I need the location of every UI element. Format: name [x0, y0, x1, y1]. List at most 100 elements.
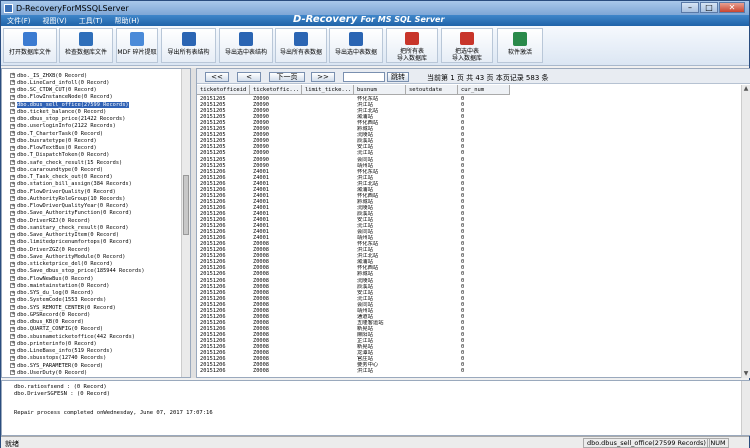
tree-item[interactable]: + dbo.LineCard_infoll(0 Record) — [10, 79, 109, 86]
tree-item[interactable]: + dbo.FlowTextBus(0 Record) — [10, 145, 97, 152]
expand-icon[interactable]: + — [10, 160, 15, 165]
toolbar-button-8[interactable]: 把选中表 导入数据库 — [441, 28, 493, 63]
tree-item[interactable]: + dbo.sticketprice_del(0 Record) — [10, 261, 113, 268]
expand-icon[interactable]: + — [10, 225, 15, 231]
expand-icon[interactable]: + — [10, 145, 15, 151]
tree-item[interactable]: + dbo.DriverRZJ(0 Record) — [10, 217, 90, 224]
tree-item[interactable]: + dbo.maintainstation(0 Record) — [10, 282, 109, 289]
tree-item[interactable]: + dbo.DriverZGZ(0 Record) — [10, 246, 90, 253]
tree-scrollbar[interactable] — [181, 69, 190, 377]
expand-icon[interactable]: + — [10, 370, 15, 376]
tree-item[interactable]: + dbo.SYS_PARAMETER(0 Record) — [10, 362, 103, 369]
tree-item[interactable]: + dbo.userloginInfo(2122 Records) — [10, 123, 116, 130]
expand-icon[interactable]: + — [10, 116, 15, 122]
expand-icon[interactable]: + — [10, 305, 15, 310]
minimize-button[interactable]: – — [681, 2, 699, 13]
tree-item[interactable]: + dbo.FlowDriverQuality(0 Record) — [10, 188, 116, 195]
tree-item[interactable]: + dbo.LineBase_info(519 Records) — [10, 348, 113, 355]
expand-icon[interactable]: + — [10, 297, 15, 303]
tree-item[interactable]: + dbo.T_DispatchToken(0 Record) — [10, 152, 109, 159]
toolbar-button-0[interactable]: 打开数据库文件 — [3, 28, 57, 63]
tree-item[interactable]: + dbo.busratetype(0 Record) — [10, 137, 97, 144]
expand-icon[interactable]: + — [10, 181, 15, 187]
expand-icon[interactable]: + — [10, 319, 15, 325]
scroll-up-icon[interactable]: ▲ — [742, 85, 750, 93]
tree-item[interactable]: + dbo.limitedpricenumfortops(0 Record) — [10, 239, 132, 246]
expand-icon[interactable]: + — [10, 348, 15, 354]
maximize-button[interactable]: □ — [700, 2, 718, 13]
tree-item[interactable]: + dbo.sbusnameticketoffice(442 Records) — [10, 333, 135, 340]
expand-icon[interactable]: + — [10, 109, 15, 115]
toolbar-button-4[interactable]: 导出选中表结构 — [219, 28, 273, 63]
menu-file[interactable]: 文件(F) — [1, 16, 37, 26]
expand-icon[interactable]: + — [10, 196, 15, 202]
tree-scroll-thumb[interactable] — [183, 175, 189, 235]
toolbar-button-3[interactable]: 导出所有表结构 — [161, 28, 216, 63]
column-header[interactable]: busnum — [354, 85, 406, 95]
column-header[interactable]: setoutdate — [406, 85, 458, 95]
tree-item[interactable]: + dbo.GPSRecord(0 Record) — [10, 311, 90, 318]
first-page-button[interactable]: << — [205, 72, 229, 82]
tree-item[interactable]: + dbo.sanitary_check_result(0 Record) — [10, 224, 129, 231]
expand-icon[interactable]: + — [10, 138, 15, 144]
tree-item[interactable]: + dbo.SYS_REMOTE_CENTER(0 Record) — [10, 304, 116, 311]
tree-item[interactable]: + dbo.FlowDriverQualityYear(0 Record) — [10, 203, 129, 210]
expand-icon[interactable]: + — [10, 73, 15, 78]
expand-icon[interactable]: + — [10, 261, 15, 267]
prev-page-button[interactable]: < — [237, 72, 261, 82]
column-header[interactable]: limit_ticke... — [302, 85, 354, 95]
tree-item[interactable]: + dbo.cararoundtype(0 Record) — [10, 166, 103, 173]
tree-item[interactable]: + dbo.SC_CTDW_CUT(0 Record) — [10, 87, 97, 94]
page-number-input[interactable] — [343, 72, 385, 82]
expand-icon[interactable]: + — [10, 102, 15, 107]
log-scrollbar[interactable] — [741, 381, 750, 435]
menu-tools[interactable]: 工具(T) — [73, 16, 109, 26]
expand-icon[interactable]: + — [10, 123, 15, 129]
close-button[interactable]: ✕ — [719, 2, 745, 13]
tree-item[interactable]: + dbo.T_Task_check_out(0 Record) — [10, 174, 113, 181]
toolbar-button-6[interactable]: 导出选中表数据 — [329, 28, 383, 63]
table-row[interactable]: 20151206 Z0008 洪江站 0 — [197, 368, 510, 374]
menu-view[interactable]: 视图(V) — [37, 16, 73, 26]
toolbar-button-2[interactable]: MDF 碎片提取 — [116, 28, 158, 63]
tree-item[interactable]: + dbo.station_bill_assign(384 Records) — [10, 181, 132, 188]
toolbar-button-5[interactable]: 导出所有表数据 — [275, 28, 327, 63]
tree-item[interactable]: + dbo.T_CharterTask(0 Record) — [10, 130, 103, 137]
expand-icon[interactable]: + — [10, 254, 15, 260]
expand-icon[interactable]: + — [10, 203, 15, 209]
tree-item[interactable]: + dbo.AuthorityRoleGroup(10 Records) — [10, 195, 125, 202]
expand-icon[interactable]: + — [10, 239, 15, 245]
scroll-down-icon[interactable]: ▼ — [742, 370, 750, 378]
next-page-button[interactable]: 下一页 — [269, 72, 305, 82]
tree-item[interactable]: + dbo.dbus_sell_office(27599 Records) — [10, 101, 129, 108]
tree-item[interactable]: + dbo.dbus_stop_price(21422 Records) — [10, 116, 125, 123]
grid-scrollbar[interactable]: ▲ ▼ — [741, 85, 750, 378]
expand-icon[interactable]: + — [10, 268, 15, 274]
expand-icon[interactable]: + — [10, 174, 15, 180]
expand-icon[interactable]: + — [10, 210, 15, 216]
tree-item[interactable]: + dbo.Save_AuthorityFunction(0 Record) — [10, 210, 132, 217]
expand-icon[interactable]: + — [10, 355, 15, 361]
expand-icon[interactable]: + — [10, 131, 15, 136]
expand-icon[interactable]: + — [10, 334, 15, 339]
tree-item[interactable]: + dbo.Save_dbus_stop_price(185944 Records… — [10, 268, 145, 275]
expand-icon[interactable]: + — [10, 167, 15, 173]
tree-item[interactable]: + dbo.FlowInstanceNode(0 Record) — [10, 94, 113, 101]
expand-icon[interactable]: + — [10, 87, 15, 93]
toolbar-button-7[interactable]: 把所有表 导入数据库 — [386, 28, 438, 63]
expand-icon[interactable]: + — [10, 232, 15, 238]
menu-help[interactable]: 帮助(H) — [109, 16, 146, 26]
tree-item[interactable]: + dbo.UserDuty(0 Record) — [10, 369, 87, 376]
tree-item[interactable]: + dbo.FlowNewBus(0 Record) — [10, 275, 94, 282]
tree-item[interactable]: + dbo.printerinfo(0 Record) — [10, 340, 97, 347]
tree-item[interactable]: + dbo.Save_AuthorityModule(0 Record) — [10, 253, 125, 260]
expand-icon[interactable]: + — [10, 312, 15, 318]
expand-icon[interactable]: + — [10, 290, 15, 296]
tree-item[interactable]: + dbo.Save_AuthorityItem(0 Record) — [10, 232, 119, 239]
jump-button[interactable]: 跳转 — [387, 72, 409, 82]
expand-icon[interactable]: + — [10, 218, 15, 223]
tree-item[interactable]: + dbo._IS_ZHXB(0 Record) — [10, 72, 87, 79]
expand-icon[interactable]: + — [10, 341, 15, 347]
last-page-button[interactable]: >> — [311, 72, 335, 82]
expand-icon[interactable]: + — [10, 152, 15, 158]
